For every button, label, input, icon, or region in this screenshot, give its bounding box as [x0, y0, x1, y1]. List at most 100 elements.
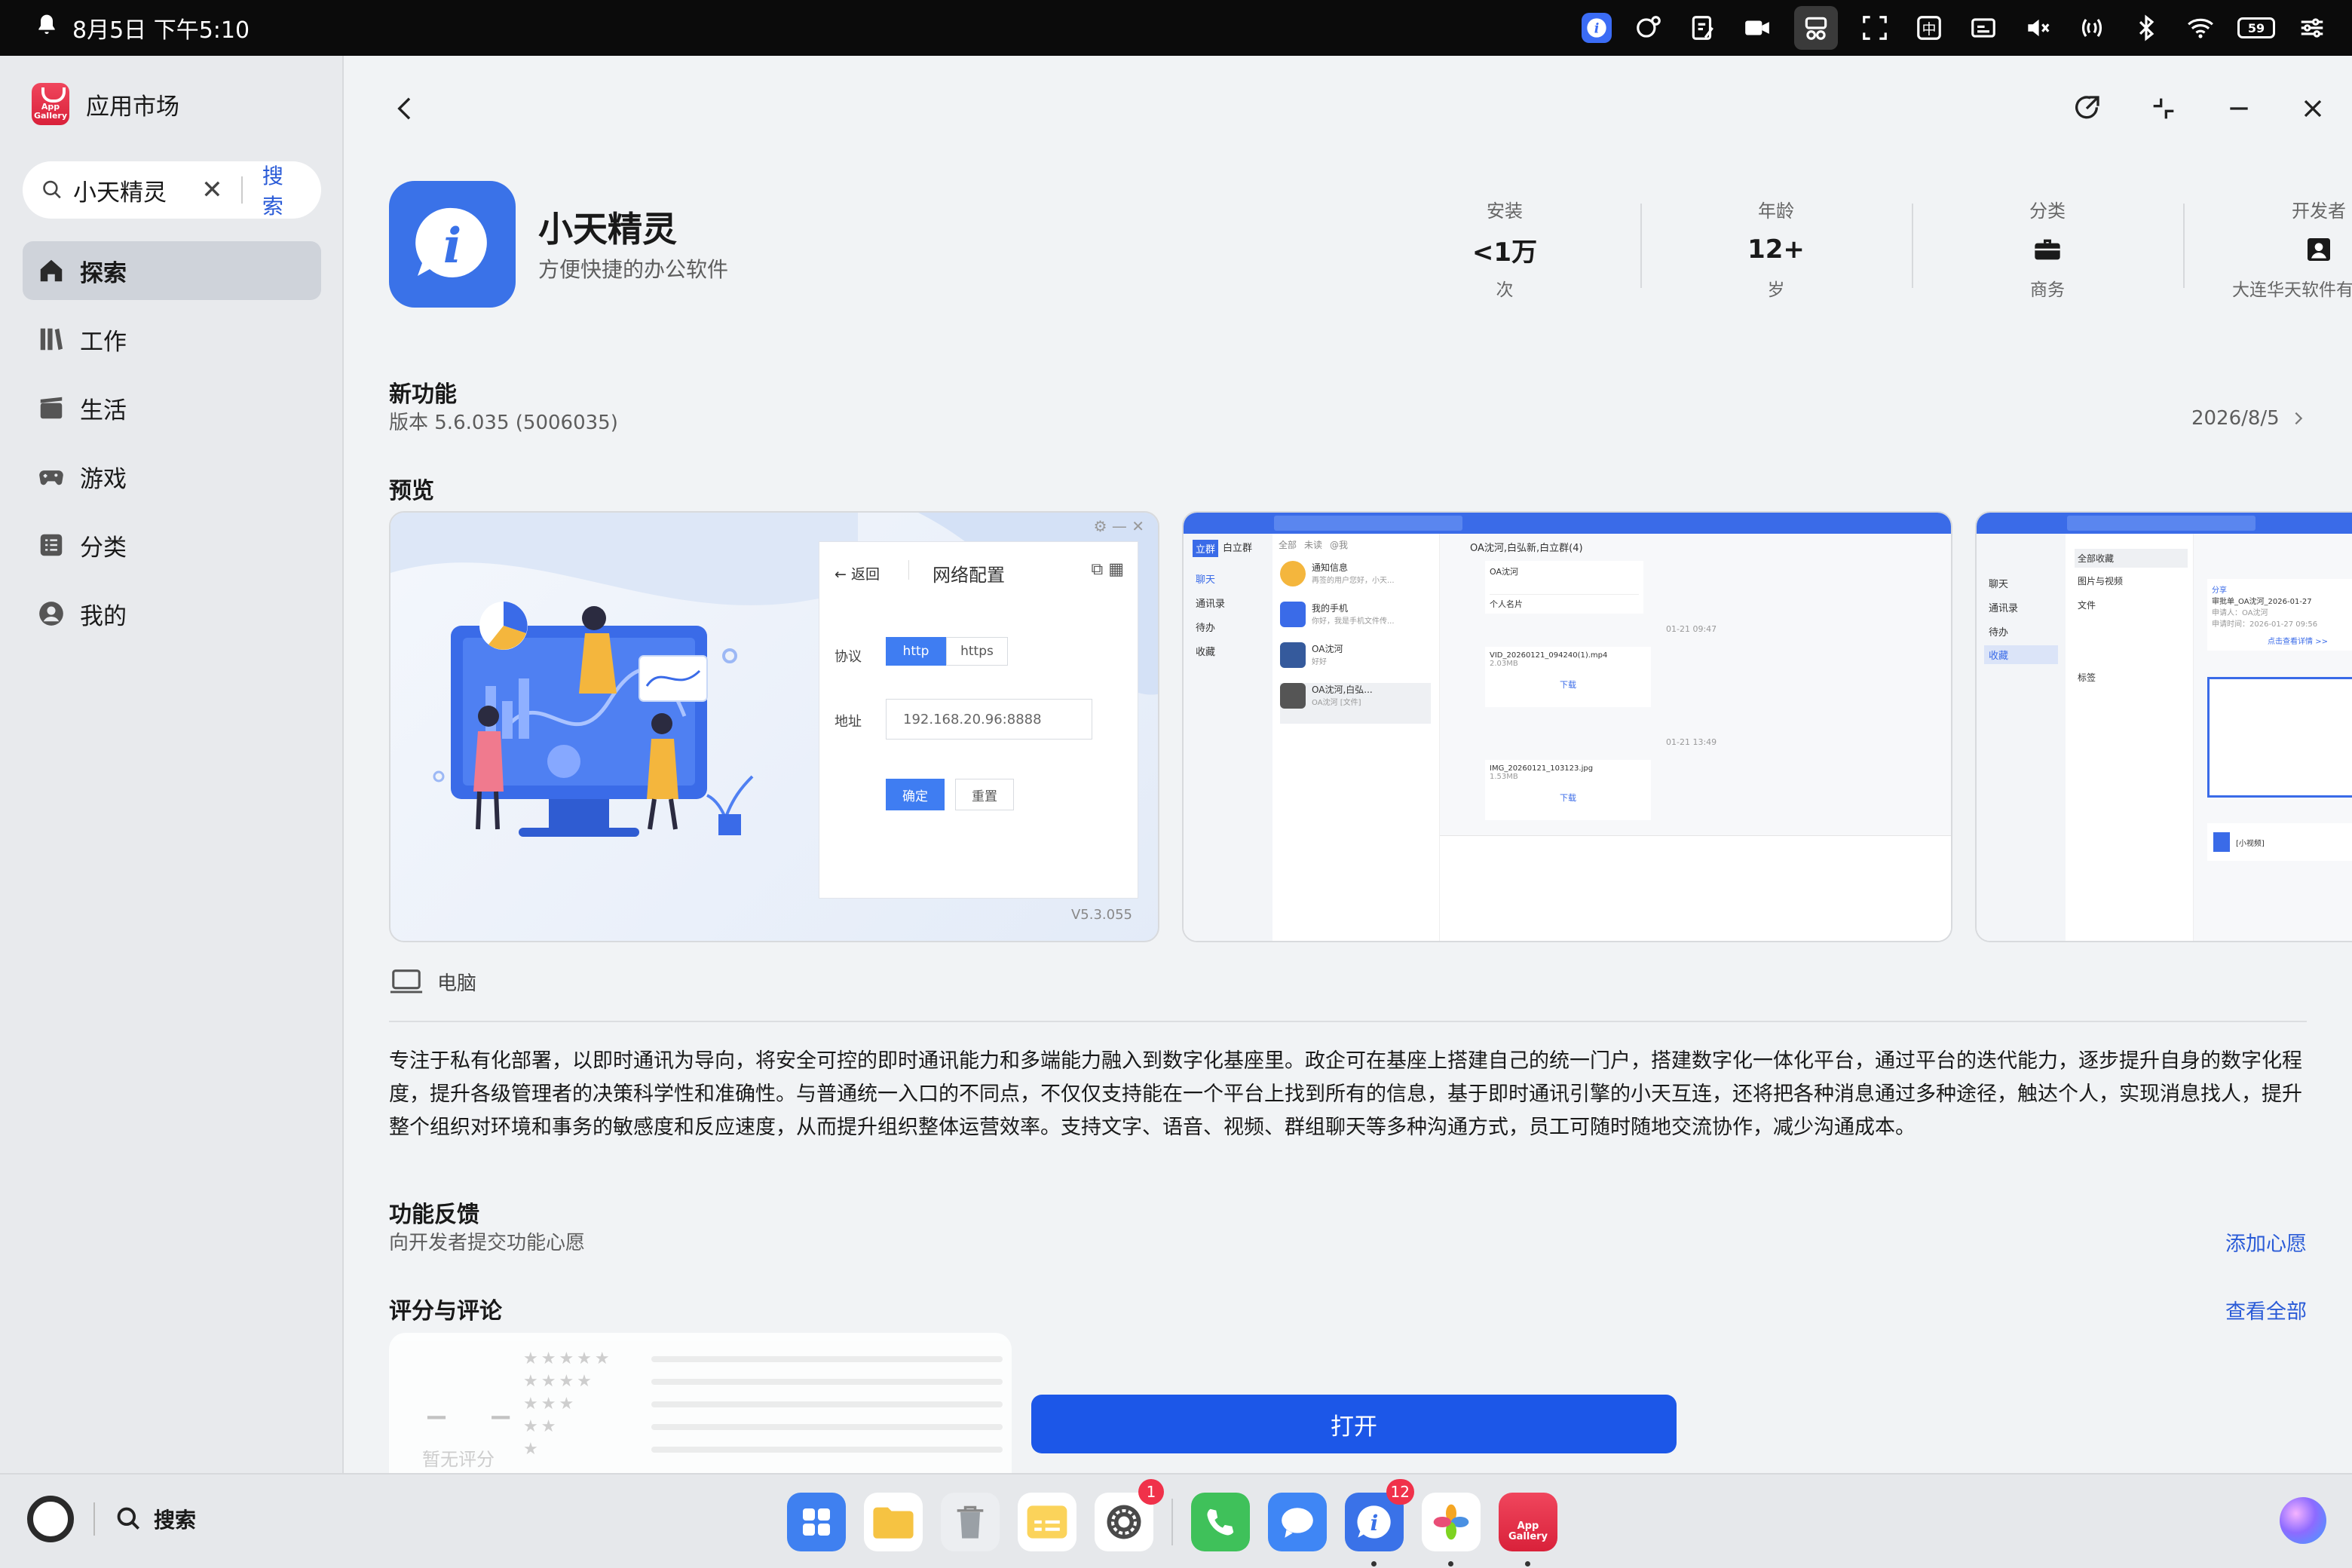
trash-icon[interactable]	[941, 1493, 1000, 1551]
stat-developer[interactable]: 开发者 大连华天软件有限公司	[2183, 196, 2352, 302]
http-option: http	[886, 637, 946, 666]
screenshot-icon[interactable]	[1857, 11, 1892, 45]
sidebar-item-label: 分类	[80, 534, 127, 562]
rating-summary: – – ★★★★★ ★★★★ ★★★ ★★ ★ 暂无评分	[389, 1333, 1012, 1473]
dock-apps: 1 i 12 App Gallery	[787, 1479, 1576, 1566]
apps-grid-icon[interactable]	[787, 1493, 846, 1551]
controls-icon[interactable]	[2295, 11, 2329, 45]
home-circle-button[interactable]	[27, 1496, 74, 1542]
feedback-subtitle: 向开发者提交功能心愿	[389, 1232, 586, 1254]
share-button[interactable]	[2064, 86, 2109, 131]
sidebar-item-explore[interactable]: 探索	[23, 241, 321, 300]
user-icon	[36, 599, 66, 629]
clapper-icon	[36, 393, 66, 423]
bluetooth-icon[interactable]	[2129, 11, 2164, 45]
face-gear-icon[interactable]	[1631, 11, 1666, 45]
preview-favorites-content: 分享 审批单_OA沈河_2026-01-27 申请人：OA沈河 申请时间：202…	[2194, 534, 2352, 941]
xiaotian-icon[interactable]: i 12	[1345, 1479, 1414, 1566]
app-icon: i	[389, 181, 516, 308]
preview-side-nav: 聊天 通讯录 待办 收藏	[1977, 534, 2066, 941]
preview-chat-list: 全部 未读 @我 通知信息 再签的用户您好，小天... 我的手机 你好，我是手机文件传.…	[1272, 534, 1440, 941]
clear-search-icon[interactable]: ✕	[200, 175, 225, 205]
screenshot-3[interactable]: 聊天 通讯录 待办 收藏 全部收藏 图片与视频 文件 标签 分享 审批单_OA沈…	[1975, 511, 2352, 942]
update-date: 2026/8/5	[2191, 407, 2280, 430]
ime-icon[interactable]: 中	[1912, 11, 1946, 45]
app-detail-page: i 小天精灵 方便快捷的办公软件 安装 <1万 次 年龄 12+ 岁 分类 商务…	[345, 56, 2352, 1473]
notes-icon[interactable]	[1018, 1493, 1076, 1551]
wifi-icon[interactable]	[2183, 11, 2218, 45]
video-icon[interactable]	[1740, 11, 1775, 45]
screenshot-carousel[interactable]: ⚙ — ✕ ← 返回 网络配置 ⧉ ▦ 协议 http https 地址 192…	[389, 511, 2352, 942]
stat-installs: 安装 <1万 次	[1472, 201, 1538, 300]
svg-text:中: 中	[1922, 21, 1936, 38]
files-icon[interactable]	[864, 1493, 923, 1551]
app-i-icon[interactable]: i	[1582, 13, 1612, 43]
sidebar-item-category[interactable]: 分类	[23, 516, 321, 574]
settings-icon[interactable]: 1	[1095, 1479, 1164, 1551]
search-icon	[117, 1507, 140, 1530]
sidebar-app-header: App Gallery 应用市场	[32, 83, 179, 125]
chevron-right-icon	[2295, 412, 2303, 425]
dock-search-button[interactable]: 搜索	[115, 1504, 196, 1534]
search-input[interactable]	[72, 176, 186, 204]
divider	[389, 1021, 2307, 1022]
sidebar: AppGallery 应用市场 ✕ 搜索 探索 工作 生活 游戏 分类	[0, 56, 344, 1473]
settings-badge: 1	[1138, 1479, 1164, 1505]
phone-icon[interactable]	[1191, 1493, 1250, 1551]
search-button[interactable]: 搜索	[262, 160, 303, 220]
minimize-button[interactable]	[2216, 86, 2262, 131]
dialog-title: 网络配置	[933, 565, 1005, 586]
view-all-reviews-link[interactable]: 查看全部	[2225, 1295, 2307, 1325]
sidebar-item-label: 生活	[80, 397, 127, 424]
add-wish-link[interactable]: 添加心愿	[2225, 1227, 2307, 1257]
whats-new-title: 新功能	[389, 381, 457, 408]
sidebar-item-label: 游戏	[80, 465, 127, 493]
books-icon	[36, 324, 66, 354]
clock: 8月5日 下午5:10	[72, 17, 250, 44]
subtitle-icon[interactable]	[1966, 11, 2001, 45]
rating-row-4: ★★★★	[523, 1372, 1003, 1391]
restore-button[interactable]	[2141, 86, 2186, 131]
whats-new-link[interactable]: 2026/8/5	[2191, 407, 2307, 430]
preview-favorites-menu: 全部收藏 图片与视频 文件 标签	[2066, 534, 2194, 941]
screenshot-2[interactable]: 立群 白立群 聊天 通讯录 待办 收藏 全部 未读 @我 通知信息 再签的用户您好，小…	[1182, 511, 1952, 942]
dialog-back: ← 返回	[835, 566, 880, 583]
back-button[interactable]	[383, 86, 428, 131]
minimize-icon	[2230, 107, 2248, 110]
share-icon	[2075, 96, 2099, 119]
sidebar-item-life[interactable]: 生活	[23, 378, 321, 437]
search-box: ✕ 搜索	[23, 161, 321, 219]
appgallery-icon[interactable]: App Gallery	[1499, 1493, 1557, 1566]
svg-text:i: i	[443, 218, 461, 274]
photos-icon[interactable]	[1422, 1493, 1481, 1566]
open-button[interactable]: 打开	[1031, 1395, 1677, 1453]
address-label: 地址	[835, 714, 862, 730]
assistant-orb[interactable]	[2280, 1497, 2326, 1544]
xiaotian-badge: 12	[1386, 1479, 1414, 1505]
no-rating-text: 暂无评分	[422, 1449, 495, 1470]
list-icon	[36, 530, 66, 560]
app-name: 小天精灵	[538, 209, 677, 250]
rating-row-2: ★★	[523, 1417, 1003, 1436]
close-button[interactable]	[2290, 86, 2335, 131]
stat-category[interactable]: 分类 商务	[1912, 196, 2183, 302]
stat-age: 年龄 12+ 岁	[1640, 196, 1912, 302]
home-icon	[36, 256, 66, 286]
nfc-icon[interactable]	[2075, 11, 2109, 45]
https-option: https	[946, 637, 1008, 666]
cut-icon[interactable]	[1794, 6, 1838, 50]
mute-icon[interactable]	[2020, 11, 2055, 45]
device-label: 电脑	[437, 972, 477, 995]
sidebar-item-work[interactable]: 工作	[23, 310, 321, 369]
rating-row-1: ★	[523, 1440, 1003, 1459]
sidebar-item-games[interactable]: 游戏	[23, 447, 321, 506]
messages-icon[interactable]	[1268, 1493, 1327, 1551]
version-text: 版本 5.6.035 (5006035)	[389, 412, 618, 434]
sidebar-item-mine[interactable]: 我的	[23, 584, 321, 643]
screenshot-1[interactable]: ⚙ — ✕ ← 返回 网络配置 ⧉ ▦ 协议 http https 地址 192…	[389, 511, 1159, 942]
edit-icon[interactable]	[1686, 11, 1720, 45]
star-icons: ★★★	[523, 1395, 577, 1413]
bell-icon	[35, 13, 59, 43]
laptop-icon	[390, 969, 423, 993]
gamepad-icon	[36, 461, 66, 492]
